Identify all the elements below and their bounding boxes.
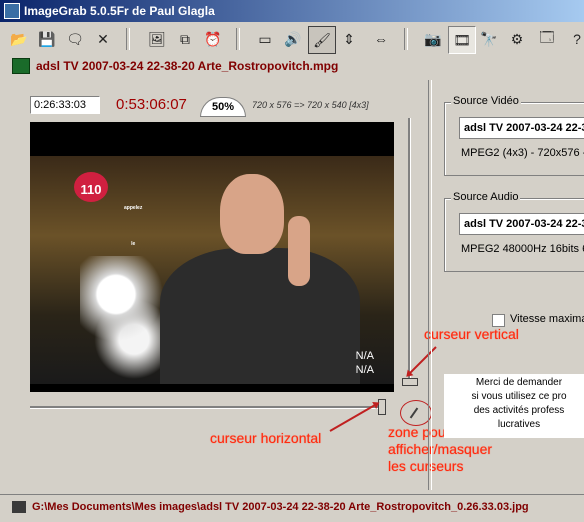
- info-line-3: des activités profess: [473, 405, 565, 416]
- film-file-icon: [12, 58, 30, 74]
- toolbar: 📂 💾 🗨 ✕ 🖼 ⧉ ⏰ ▭ 🔊 🖌 ⇕ ⇔ 📷 🎞 🔭 ⚙ 🗔?: [0, 24, 584, 54]
- toolbar-separator: [404, 28, 408, 50]
- app-icon: [4, 3, 20, 19]
- audio-source-info: MPEG2 48000Hz 16bits 6: [461, 243, 584, 255]
- vertical-slider-track: [408, 118, 411, 380]
- speaker-icon[interactable]: 🔊: [280, 26, 306, 52]
- file-name: adsl TV 2007-03-24 22-38-20 Arte_Rostrop…: [36, 59, 339, 73]
- info-line-1: Merci de demander: [475, 377, 563, 388]
- comment-icon[interactable]: 🗨: [62, 26, 88, 52]
- info-line-4: lucratives: [497, 419, 541, 430]
- annotation-arrow-vertical: [407, 346, 437, 376]
- annotation-toggle-line3: les curseurs: [388, 458, 464, 474]
- camera-icon[interactable]: 📷: [420, 26, 446, 52]
- audio-source-group: Source Audio adsl TV 2007-03-24 22-3 MPE…: [444, 191, 584, 272]
- properties-icon[interactable]: 🗔: [534, 26, 560, 52]
- current-time-input[interactable]: [30, 96, 100, 114]
- horizontal-slider-track: [30, 406, 380, 409]
- status-path: G:\Mes Documents\Mes images\adsl TV 2007…: [32, 501, 529, 513]
- toolbar-separator: [126, 28, 130, 50]
- resolution-label: 720 x 576 => 720 x 540 [4x3]: [252, 100, 369, 110]
- duration-label: 0:53:06:07: [116, 96, 187, 113]
- vertical-resize-icon[interactable]: ⇕: [336, 26, 362, 52]
- panel-divider: [428, 80, 432, 490]
- close-icon[interactable]: ✕: [90, 26, 116, 52]
- copy-icon[interactable]: ⧉: [172, 26, 198, 52]
- fullscreen-icon[interactable]: ▭: [252, 26, 278, 52]
- channel-logo-number: 110: [80, 182, 102, 197]
- max-speed-label: Vitesse maxima: [510, 313, 584, 325]
- overlay-na-1: N/A: [355, 350, 374, 362]
- window-title: ImageGrab 5.0.5Fr de Paul Glagla: [24, 4, 215, 18]
- man-body: [160, 248, 360, 384]
- video-source-group: Source Vidéo adsl TV 2007-03-24 22-3 MPE…: [444, 95, 584, 176]
- annotation-toggle-line2: afficher/masquer: [388, 441, 493, 457]
- settings-icon[interactable]: ⚙: [504, 26, 530, 52]
- title-bar: ImageGrab 5.0.5Fr de Paul Glagla: [0, 0, 584, 22]
- channel-logo: appelez le 110: [74, 172, 142, 247]
- audio-source-title: Source Audio: [451, 191, 521, 203]
- video-source-title: Source Vidéo: [451, 95, 521, 107]
- toolbar-separator: [236, 28, 240, 50]
- info-box: Merci de demander si vous utilisez ce pr…: [444, 374, 584, 438]
- zoom-button[interactable]: 50%: [200, 97, 246, 117]
- man-head: [220, 174, 284, 254]
- help-icon[interactable]: ?: [564, 26, 584, 52]
- image-icon[interactable]: 🖼: [144, 26, 170, 52]
- binoculars-icon[interactable]: 🔭: [476, 26, 502, 52]
- channel-logo-caption: appelez le: [124, 205, 143, 247]
- annotation-horizontal-cursor: curseur horizontal: [210, 430, 322, 446]
- film-file-icon: [12, 501, 26, 513]
- save-icon[interactable]: 💾: [34, 26, 60, 52]
- annotation-toggle-line1: zone pour: [388, 424, 451, 440]
- film-icon[interactable]: 🎞: [448, 26, 476, 54]
- video-preview[interactable]: appelez le 110 N/A N/A: [30, 122, 394, 392]
- status-bar: G:\Mes Documents\Mes images\adsl TV 2007…: [0, 494, 584, 521]
- info-line-2: si vous utilisez ce pro: [471, 391, 567, 402]
- file-bar: adsl TV 2007-03-24 22-38-20 Arte_Rostrop…: [0, 56, 584, 76]
- alarm-icon[interactable]: ⏰: [200, 26, 226, 52]
- horizontal-resize-icon[interactable]: ⇔: [368, 26, 394, 52]
- overlay-na-2: N/A: [355, 364, 374, 376]
- open-icon[interactable]: 📂: [6, 26, 32, 52]
- brush-icon[interactable]: 🖌: [308, 26, 336, 54]
- raised-hand: [288, 216, 310, 286]
- annotation-vertical-cursor: curseur vertical: [424, 326, 519, 342]
- video-frame: appelez le 110 N/A N/A: [30, 156, 394, 384]
- max-speed-checkbox[interactable]: [492, 314, 505, 327]
- audio-source-select[interactable]: adsl TV 2007-03-24 22-3: [459, 213, 584, 235]
- video-source-select[interactable]: adsl TV 2007-03-24 22-3: [459, 117, 584, 139]
- orchids: [80, 256, 170, 384]
- vertical-cursor[interactable]: [402, 378, 418, 386]
- video-source-info: MPEG2 (4x3) - 720x576 -: [461, 147, 584, 159]
